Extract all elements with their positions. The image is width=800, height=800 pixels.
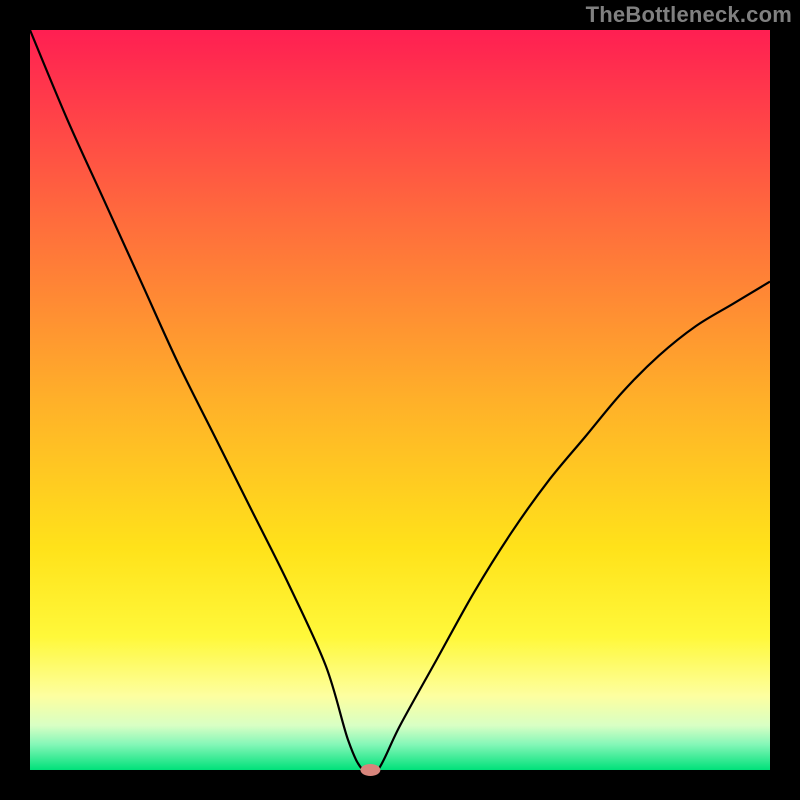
chart-frame: TheBottleneck.com: [0, 0, 800, 800]
plot-background: [30, 30, 770, 770]
watermark-text: TheBottleneck.com: [586, 2, 792, 28]
optimum-marker: [360, 764, 380, 776]
bottleneck-chart: [0, 0, 800, 800]
